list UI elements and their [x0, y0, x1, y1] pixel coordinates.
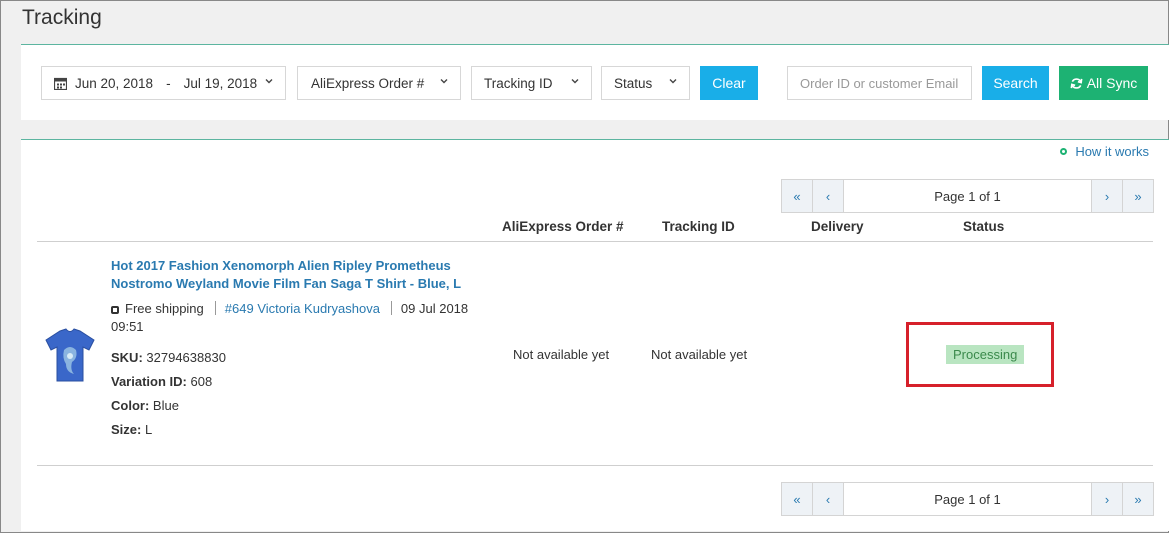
first-page-button[interactable]: «	[782, 180, 813, 212]
next-page-button[interactable]: ›	[1091, 483, 1122, 515]
meta-separator	[390, 301, 392, 315]
order-date: 09 Jul 2018	[400, 301, 469, 316]
date-end: Jul 19, 2018	[183, 75, 258, 91]
first-page-button[interactable]: «	[782, 483, 813, 515]
shipping-label: Free shipping	[125, 301, 204, 316]
page-title: Tracking	[22, 6, 102, 29]
column-header-order: AliExpress Order #	[502, 219, 624, 234]
tracking-id-select-label: Tracking ID	[484, 75, 553, 91]
sku-label: SKU:	[111, 350, 143, 365]
column-header-delivery: Delivery	[811, 219, 864, 234]
clear-button-label: Clear	[712, 75, 746, 91]
page-info: Page 1 of 1	[934, 188, 1001, 204]
last-page-button[interactable]: »	[1122, 483, 1153, 515]
date-start: Jun 20, 2018	[75, 75, 154, 91]
page-info: Page 1 of 1	[934, 491, 1001, 507]
how-it-works-link[interactable]: How it works	[1060, 144, 1149, 159]
column-header-tracking: Tracking ID	[662, 219, 735, 234]
size-value: L	[144, 422, 153, 437]
search-input[interactable]	[787, 66, 972, 100]
highlight-annotation-box	[906, 322, 1054, 387]
shipping-icon	[111, 306, 119, 314]
variation-value: 608	[190, 374, 213, 389]
status-select[interactable]: Status	[601, 66, 690, 100]
size-label: Size:	[111, 422, 142, 437]
size-detail: Size: L	[111, 422, 152, 437]
sync-icon	[1070, 77, 1083, 89]
sku-detail: SKU: 32794638830	[111, 350, 226, 365]
color-label: Color:	[111, 398, 150, 413]
variation-detail: Variation ID: 608	[111, 374, 212, 389]
order-time: 09:51	[111, 319, 144, 334]
prev-page-button[interactable]: ‹	[813, 180, 844, 212]
results-panel: How it works « ‹ Page 1 of 1 › » AliExpr…	[21, 139, 1169, 531]
color-value: Blue	[152, 398, 179, 413]
filter-panel: Jun 20, 2018 - Jul 19, 2018 AliExpress O…	[21, 44, 1169, 120]
order-meta: Free shipping #649 Victoria Kudryashova 09…	[111, 300, 491, 336]
product-title-line-1: Hot 2017 Fashion Xenomorph Alien Ripley …	[111, 258, 451, 273]
variation-label: Variation ID:	[111, 374, 187, 389]
all-sync-button[interactable]: All Sync	[1059, 66, 1148, 100]
customer-link[interactable]: #649 Victoria Kudryashova	[225, 301, 380, 316]
order-number-select[interactable]: AliExpress Order #	[297, 66, 461, 100]
row-divider	[37, 465, 1153, 466]
how-it-works-label: How it works	[1075, 144, 1149, 159]
status-select-label: Status	[614, 75, 653, 91]
next-page-button[interactable]: ›	[1091, 180, 1122, 212]
prev-page-button[interactable]: ‹	[813, 483, 844, 515]
clear-button[interactable]: Clear	[700, 66, 758, 100]
sku-value: 32794638830	[146, 350, 226, 365]
circle-icon	[1060, 148, 1068, 155]
order-number-select-label: AliExpress Order #	[311, 75, 425, 91]
chevron-down-icon	[440, 79, 448, 84]
product-title-link[interactable]: Hot 2017 Fashion Xenomorph Alien Ripley …	[111, 257, 481, 293]
product-title-line-2: Nostromo Weyland Movie Film Fan Saga T S…	[111, 276, 462, 291]
last-page-button[interactable]: »	[1122, 180, 1153, 212]
search-button[interactable]: Search	[982, 66, 1049, 100]
pagination-bottom: « ‹ Page 1 of 1 › »	[781, 482, 1154, 516]
product-thumbnail	[45, 328, 95, 382]
chevron-down-icon	[571, 79, 579, 84]
chevron-down-icon	[669, 79, 677, 84]
date-separator: -	[166, 75, 171, 91]
date-range-picker[interactable]: Jun 20, 2018 - Jul 19, 2018	[41, 66, 286, 100]
header-divider	[37, 241, 1153, 242]
search-button-label: Search	[993, 75, 1038, 91]
all-sync-button-label: All Sync	[1086, 75, 1138, 91]
tracking-id-cell: Not available yet	[651, 347, 748, 362]
order-number-cell: Not available yet	[513, 347, 610, 362]
column-header-status: Status	[963, 219, 1005, 234]
color-detail: Color: Blue	[111, 398, 179, 413]
calendar-icon	[54, 77, 67, 90]
meta-separator	[214, 301, 216, 315]
tracking-id-select[interactable]: Tracking ID	[471, 66, 592, 100]
pagination-top: « ‹ Page 1 of 1 › »	[781, 179, 1154, 213]
chevron-down-icon	[265, 79, 273, 84]
